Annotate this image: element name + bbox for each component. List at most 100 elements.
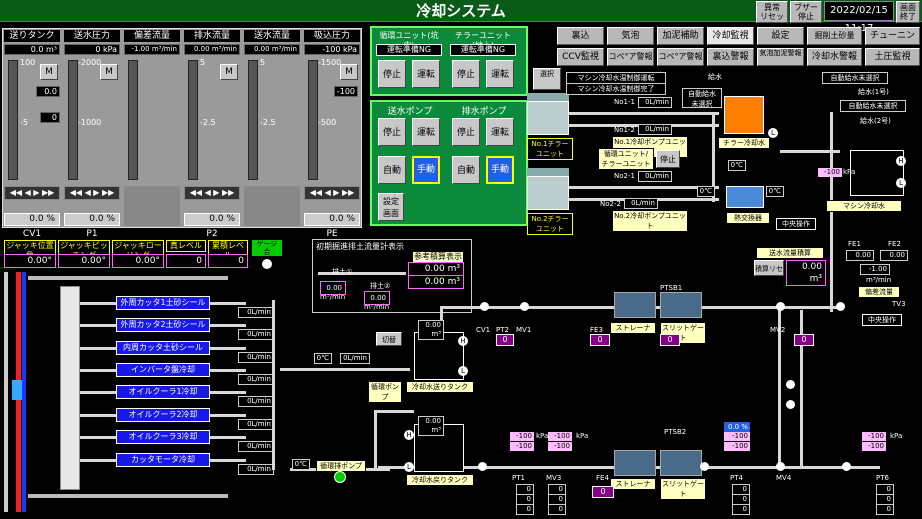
circ-unit-stop-button[interactable]: 停止 [656, 150, 680, 168]
setpoint-suction-pressure[interactable]: -100 [334, 86, 358, 97]
step-buttons-drain-flow[interactable]: ◀◀ ◀ ▶ ▶▶ [184, 186, 240, 200]
heat-exchanger-icon [726, 186, 764, 208]
gauge-blank-diff-flow [124, 186, 180, 226]
inner-unit-stop-button[interactable]: 停止 [378, 60, 406, 88]
auto-supply-status: 自動給水 未選択 [682, 88, 722, 108]
gauge-slot-send-flow [248, 60, 258, 180]
supply-label: 給水 [708, 73, 722, 81]
nav-cooling-water-alarm[interactable]: 冷却水警報 [807, 48, 862, 66]
manual-button-drain-flow[interactable]: M [220, 64, 238, 80]
buzzer-stop-button[interactable]: ブザー 停止 [790, 1, 822, 23]
nav-kadei[interactable]: 加泥補助 [657, 27, 704, 45]
drain-pump-stop-button[interactable]: 停止 [452, 118, 480, 146]
machine-tank-icon [850, 150, 904, 196]
valve-mv2-icon[interactable] [776, 302, 785, 311]
nav-copier-alarm-1[interactable]: コペ°ア警報1 [607, 48, 654, 77]
alarm-reset-button[interactable]: 異常 リセット [756, 1, 788, 30]
gauge-value-suction-pressure: -100 kPa [304, 44, 360, 55]
nav-earth-pressure[interactable]: 土圧監視 [865, 48, 920, 66]
valve-tv2-icon[interactable] [836, 302, 845, 311]
drain-pump-auto-button[interactable]: 自動 [452, 156, 480, 184]
tag-pt6: PT6 [876, 474, 889, 482]
valve-pv1-icon[interactable] [700, 462, 709, 471]
tag-pt4: PT4 [730, 474, 743, 482]
send-pump-manual-button[interactable]: 手動 [412, 156, 440, 184]
label-p2: P2 [206, 229, 218, 239]
mv3-v3: 0 [548, 504, 566, 515]
send-pump-auto-button[interactable]: 自動 [378, 156, 406, 184]
pipe-chiller-1 [569, 112, 719, 115]
mv2-value: 0 [794, 334, 814, 346]
screen-exit-button[interactable]: 画面 終了 [896, 1, 920, 23]
inner-unit-run-button[interactable]: 運転 [412, 60, 440, 88]
send-tank-value: 0.00 m³ [418, 320, 444, 340]
pipe-drain-top [374, 410, 414, 413]
gauge-top-drain-flow: 5 [200, 58, 206, 67]
send-pump-stop-button[interactable]: 停止 [378, 118, 406, 146]
lane-value-3: 0L/min [238, 374, 274, 385]
send-temp: 0℃ [314, 353, 332, 364]
manual-button-suction-pressure[interactable]: M [340, 64, 358, 80]
manual-button-send-pressure[interactable]: M [100, 64, 118, 80]
machine-tank-label: マシン冷却水 [826, 200, 902, 212]
no21-value: 0L/min [638, 171, 672, 182]
send-pump-run-button[interactable]: 運転 [412, 118, 440, 146]
label-pe: PE [326, 229, 338, 239]
chiller-select-button[interactable]: 選択 [533, 68, 561, 90]
valve-pt1-icon[interactable] [478, 462, 487, 471]
nav-copier-alarm-2[interactable]: コペ°ア警報2 [657, 48, 704, 77]
step-buttons-send-tank[interactable]: ◀◀ ◀ ▶ ▶▶ [4, 186, 60, 200]
valve-bypass-1-icon[interactable] [786, 380, 795, 389]
gauge-value-send-flow: 0.00 m³/min [244, 44, 300, 55]
valve-mv4-icon[interactable] [776, 462, 785, 471]
nav-kihou[interactable]: 気泡 [607, 27, 654, 45]
temp-2: 0℃ [766, 186, 784, 197]
nav-foam-alarm[interactable]: 気泡加泥警報 [757, 48, 804, 66]
machine-tank-high: H [896, 156, 906, 166]
value-jack-rolling: 0.00° [112, 254, 164, 268]
nav-cooling-monitor[interactable]: 冷却監視 [707, 27, 754, 45]
outer-unit-stop-button[interactable]: 停止 [452, 60, 480, 88]
lane-label-7: カッタモータ冷却 [116, 453, 210, 467]
tank-level-low: L [768, 128, 778, 138]
tag-mv4: MV4 [776, 474, 792, 482]
exhaust-1-unit: m³/min [320, 293, 346, 301]
outer-unit-run-button[interactable]: 運転 [486, 60, 514, 88]
valve-cv1-icon[interactable] [480, 302, 489, 311]
lane-label-2: 内周カッタ土砂シール [116, 341, 210, 355]
drain-temp: 0℃ [292, 459, 310, 470]
drain-pump-run-button[interactable]: 運転 [486, 118, 514, 146]
pt6-unit: kPa [890, 432, 903, 440]
pump-unit-2-label: No.2冷却ポンプユニット [612, 210, 688, 232]
drain-pump-manual-button[interactable]: 手動 [486, 156, 514, 184]
step-buttons-send-pressure[interactable]: ◀◀ ◀ ▶ ▶▶ [64, 186, 120, 200]
pt1-kpa-1: -100 [510, 432, 534, 441]
temp-1: 0℃ [728, 160, 746, 171]
pump-switch-button[interactable]: 切替 [376, 332, 402, 346]
setpoint2-send-tank[interactable]: 0 [40, 112, 60, 123]
supply-2-label: 給水(2号) [860, 117, 891, 125]
nav-urakomi[interactable]: 裏込 [557, 27, 604, 45]
central-operation-1: 中央操作 [776, 218, 816, 230]
settings-screen-button[interactable]: 設定 画面 [378, 193, 404, 221]
nav-settings[interactable]: 設定 [757, 27, 804, 45]
gauge-value-diff-flow: -1.00 m³/min [124, 44, 180, 55]
tag-mv1: MV1 [516, 326, 532, 334]
valve-mv1-icon[interactable] [520, 302, 529, 311]
diff-title: 偏差流量 [858, 286, 900, 298]
gauge-label: ゲージ 合 [252, 240, 282, 256]
valve-pt5-icon[interactable] [842, 462, 851, 471]
setpoint-send-tank[interactable]: 0.0 [36, 86, 60, 97]
manual-button-send-tank[interactable]: M [40, 64, 58, 80]
step-buttons-suction-pressure[interactable]: ◀◀ ◀ ▶ ▶▶ [304, 186, 360, 200]
nav-ccv-monitor[interactable]: CCV監視 [557, 48, 604, 66]
nav-tuning[interactable]: チューニング [865, 27, 920, 57]
nav-urakomi-alarm[interactable]: 裏込警報 [707, 48, 754, 66]
valve-bypass-2-icon[interactable] [786, 400, 795, 409]
no21-label: No2-1 [614, 172, 635, 180]
nav-excavated-soil[interactable]: 掘削土砂量 [807, 27, 862, 45]
total-reset-button[interactable]: 積算リセット [754, 260, 784, 289]
pt4-kpa-1: -100 [724, 432, 750, 441]
gauge-top-suction-pressure: -1500 [318, 58, 342, 67]
gauge-tick-send-tank: -5 [20, 118, 28, 127]
